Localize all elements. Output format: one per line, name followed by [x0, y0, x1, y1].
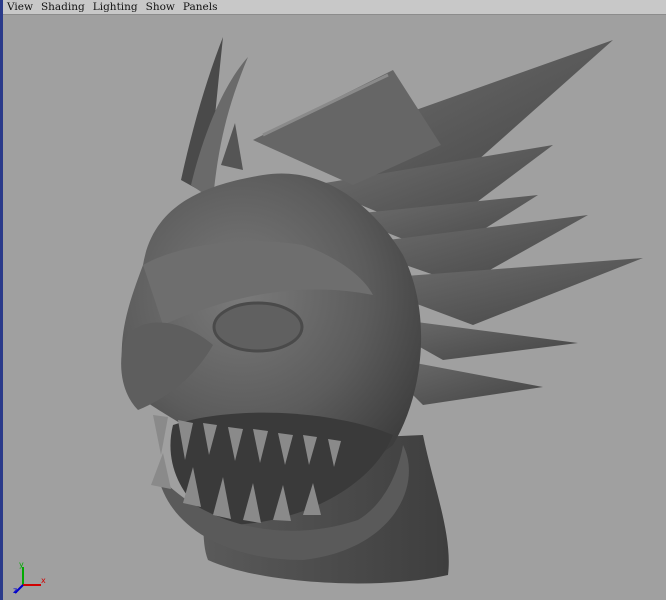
menu-view[interactable]: View — [7, 0, 33, 14]
menu-lighting[interactable]: Lighting — [93, 0, 138, 14]
eye-socket-shape — [212, 301, 304, 353]
axis-indicator: y x z — [13, 560, 46, 595]
menu-show[interactable]: Show — [146, 0, 175, 14]
viewport-panel[interactable]: View Shading Lighting Show Panels y x z — [0, 0, 666, 600]
axis-label-z: z — [13, 586, 17, 595]
axis-label-x: x — [41, 576, 46, 585]
menu-shading[interactable]: Shading — [41, 0, 85, 14]
axis-label-y: y — [19, 560, 24, 569]
horn-shape — [221, 123, 243, 170]
panel-menubar: View Shading Lighting Show Panels — [3, 0, 666, 15]
menu-panels[interactable]: Panels — [183, 0, 218, 14]
3d-viewport-scene[interactable]: y x z — [3, 15, 666, 600]
dragon-head-model[interactable]: y x z — [3, 15, 666, 600]
